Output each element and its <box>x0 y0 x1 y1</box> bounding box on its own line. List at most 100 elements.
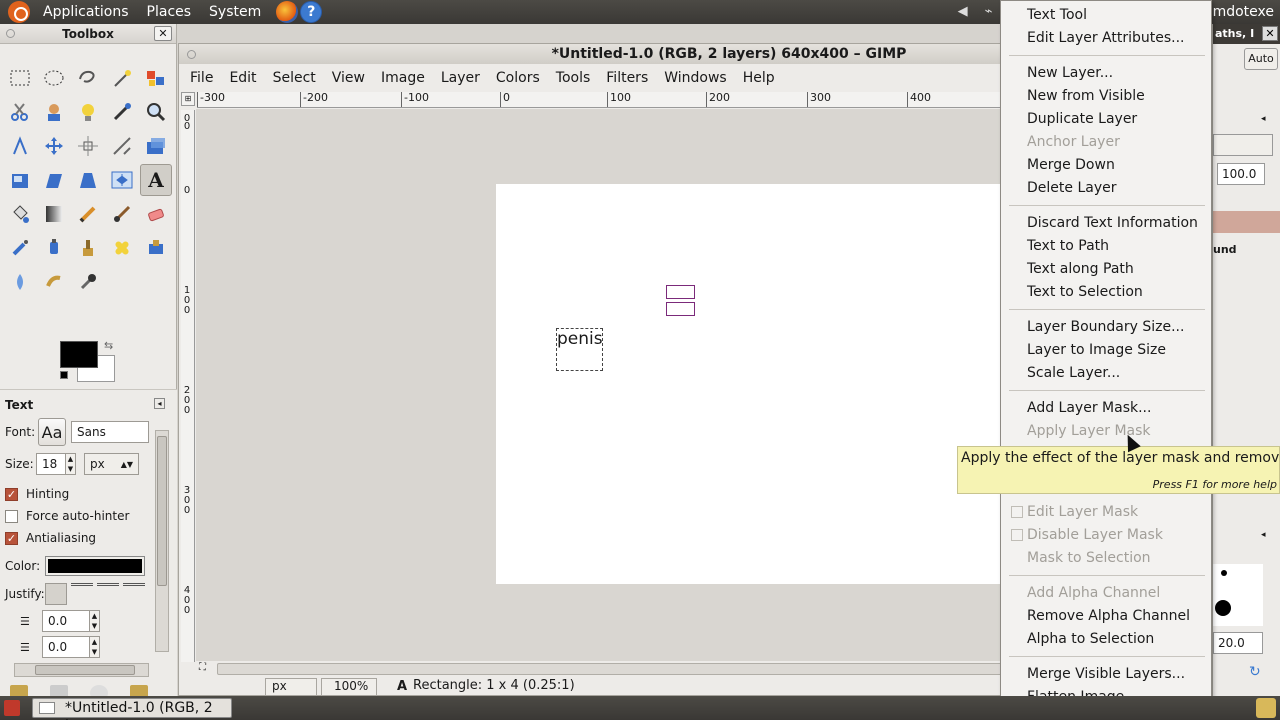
color-picker-tool[interactable] <box>106 96 138 128</box>
show-desktop-icon[interactable] <box>4 700 20 716</box>
ellipse-select-tool[interactable] <box>38 62 70 94</box>
menu-tools[interactable]: Tools <box>549 70 600 86</box>
perspective-tool[interactable] <box>72 164 104 196</box>
ink-tool[interactable] <box>38 232 70 264</box>
spacing-field[interactable]: 20.0 <box>1213 632 1263 654</box>
menu-item-text-along-path[interactable]: Text along Path <box>1027 261 1134 277</box>
zoom-menu[interactable]: 100% <box>321 678 377 696</box>
image-canvas[interactable] <box>496 184 1001 584</box>
foreground-select-tool[interactable] <box>38 96 70 128</box>
help-icon[interactable]: ? <box>300 1 323 23</box>
font-picker-button[interactable]: Aa <box>38 418 66 446</box>
hinting-checkbox[interactable]: ✓ <box>5 487 18 501</box>
menu-item-layer-boundary-size[interactable]: Layer Boundary Size... <box>1027 319 1184 335</box>
select-by-color-tool[interactable] <box>140 62 172 94</box>
places-menu[interactable]: Places <box>138 4 201 20</box>
opacity-field[interactable]: 100.0 <box>1217 163 1265 185</box>
menu-item-text-tool[interactable]: Text Tool <box>1027 7 1087 23</box>
antialiasing-row[interactable]: ✓ Antialiasing <box>5 531 96 545</box>
unit-select[interactable]: px ▲▼ <box>84 453 139 475</box>
vertical-ruler[interactable]: 0 0 0 1 0 0 2 0 0 3 0 0 4 0 0 <box>181 110 195 662</box>
configure-tab-icon[interactable]: ◂ <box>1261 530 1266 540</box>
tool-options-vscroll[interactable] <box>155 430 169 652</box>
refresh-icon[interactable]: ↻ <box>1249 664 1261 680</box>
foreground-color[interactable] <box>60 341 98 368</box>
rect-select-tool[interactable] <box>4 62 36 94</box>
menu-colors[interactable]: Colors <box>489 70 549 86</box>
pencil-tool[interactable] <box>72 198 104 230</box>
paintbrush-tool[interactable] <box>106 198 138 230</box>
menu-item-remove-alpha-channel[interactable]: Remove Alpha Channel <box>1027 608 1190 624</box>
smudge-tool[interactable] <box>38 266 70 298</box>
scroll-thumb[interactable] <box>35 665 135 675</box>
menu-item-alpha-to-selection[interactable]: Alpha to Selection <box>1027 631 1154 647</box>
fuzzy-select-tool[interactable] <box>106 62 138 94</box>
rotate-tool[interactable] <box>140 130 172 162</box>
menu-item-add-layer-mask[interactable]: Add Layer Mask... <box>1027 400 1151 416</box>
menu-item-new-from-visible[interactable]: New from Visible <box>1027 88 1145 104</box>
volume-icon[interactable]: ◀ <box>955 5 971 19</box>
scroll-thumb[interactable] <box>157 436 167 586</box>
close-icon[interactable]: ✕ <box>1262 26 1278 41</box>
indent-field[interactable]: 0.0 <box>42 610 90 632</box>
scroll-track[interactable] <box>217 663 1017 675</box>
move-tool[interactable] <box>38 130 70 162</box>
hinting-row[interactable]: ✓ Hinting <box>5 487 69 501</box>
dodge-burn-tool[interactable] <box>72 266 104 298</box>
firefox-icon[interactable] <box>276 1 299 23</box>
menu-image[interactable]: Image <box>374 70 434 86</box>
align-tool[interactable] <box>72 130 104 162</box>
taskbar-item-gimp[interactable]: *Untitled-1.0 (RGB, 2 l... <box>32 698 232 720</box>
tool-options-hscroll[interactable] <box>14 663 149 677</box>
menu-item-text-to-selection[interactable]: Text to Selection <box>1027 284 1143 300</box>
swap-colors-icon[interactable]: ⇆ <box>104 339 113 352</box>
close-icon[interactable]: ✕ <box>154 26 172 41</box>
menu-item-merge-visible-layers[interactable]: Merge Visible Layers... <box>1027 666 1185 682</box>
menu-item-scale-layer[interactable]: Scale Layer... <box>1027 365 1120 381</box>
menu-item-merge-down[interactable]: Merge Down <box>1027 157 1115 173</box>
default-colors-icon[interactable] <box>60 371 68 379</box>
menu-windows[interactable]: Windows <box>657 70 736 86</box>
configure-tab-icon[interactable]: ◂ <box>154 398 165 409</box>
blur-tool[interactable] <box>4 266 36 298</box>
menu-item-duplicate-layer[interactable]: Duplicate Layer <box>1027 111 1137 127</box>
justify-left-icon[interactable] <box>45 583 67 605</box>
auto-button[interactable]: Auto <box>1244 48 1278 70</box>
trash-icon[interactable] <box>1256 698 1276 718</box>
text-layer[interactable]: penis <box>556 328 603 371</box>
menu-item-text-to-path[interactable]: Text to Path <box>1027 238 1109 254</box>
nav-corner-icon[interactable]: ⛶ <box>199 662 206 673</box>
airbrush-tool[interactable] <box>4 232 36 264</box>
text-tool[interactable]: A <box>140 164 172 196</box>
canvas-hscroll[interactable]: ⛶ ‹ <box>197 662 1017 676</box>
measure-tool[interactable] <box>4 130 36 162</box>
size-spinner[interactable]: ▲ ▼ <box>66 453 76 475</box>
free-select-tool[interactable] <box>72 62 104 94</box>
mode-select[interactable] <box>1213 134 1273 156</box>
menu-select[interactable]: Select <box>266 70 325 86</box>
brush-preview[interactable] <box>1213 564 1263 626</box>
unit-menu[interactable]: px <box>265 678 317 696</box>
antialiasing-checkbox[interactable]: ✓ <box>5 531 18 545</box>
network-icon[interactable]: ⌁ <box>981 5 997 19</box>
menu-item-edit-layer-attributes[interactable]: Edit Layer Attributes... <box>1027 30 1185 46</box>
menu-layer[interactable]: Layer <box>434 70 489 86</box>
menu-item-layer-to-image-size[interactable]: Layer to Image Size <box>1027 342 1166 358</box>
menu-filters[interactable]: Filters <box>599 70 657 86</box>
window-menu-icon[interactable] <box>6 29 15 38</box>
bucket-fill-tool[interactable] <box>4 198 36 230</box>
user-menu[interactable]: mdotexe <box>1213 4 1274 20</box>
autohinter-row[interactable]: Force auto-hinter <box>5 509 129 523</box>
flip-tool[interactable] <box>106 164 138 196</box>
eraser-tool[interactable] <box>140 198 172 230</box>
quick-mask-corner-icon[interactable]: ⊞ <box>181 92 195 106</box>
ubuntu-icon[interactable] <box>8 1 30 23</box>
text-color-button[interactable] <box>45 556 145 576</box>
menu-item-delete-layer[interactable]: Delete Layer <box>1027 180 1116 196</box>
font-field[interactable]: Sans <box>71 421 149 443</box>
menu-item-new-layer[interactable]: New Layer... <box>1027 65 1113 81</box>
blend-tool[interactable] <box>38 198 70 230</box>
menu-file[interactable]: File <box>183 70 222 86</box>
line-spacing-field[interactable]: 0.0 <box>42 636 90 658</box>
layer-row-selected[interactable] <box>1213 211 1280 233</box>
